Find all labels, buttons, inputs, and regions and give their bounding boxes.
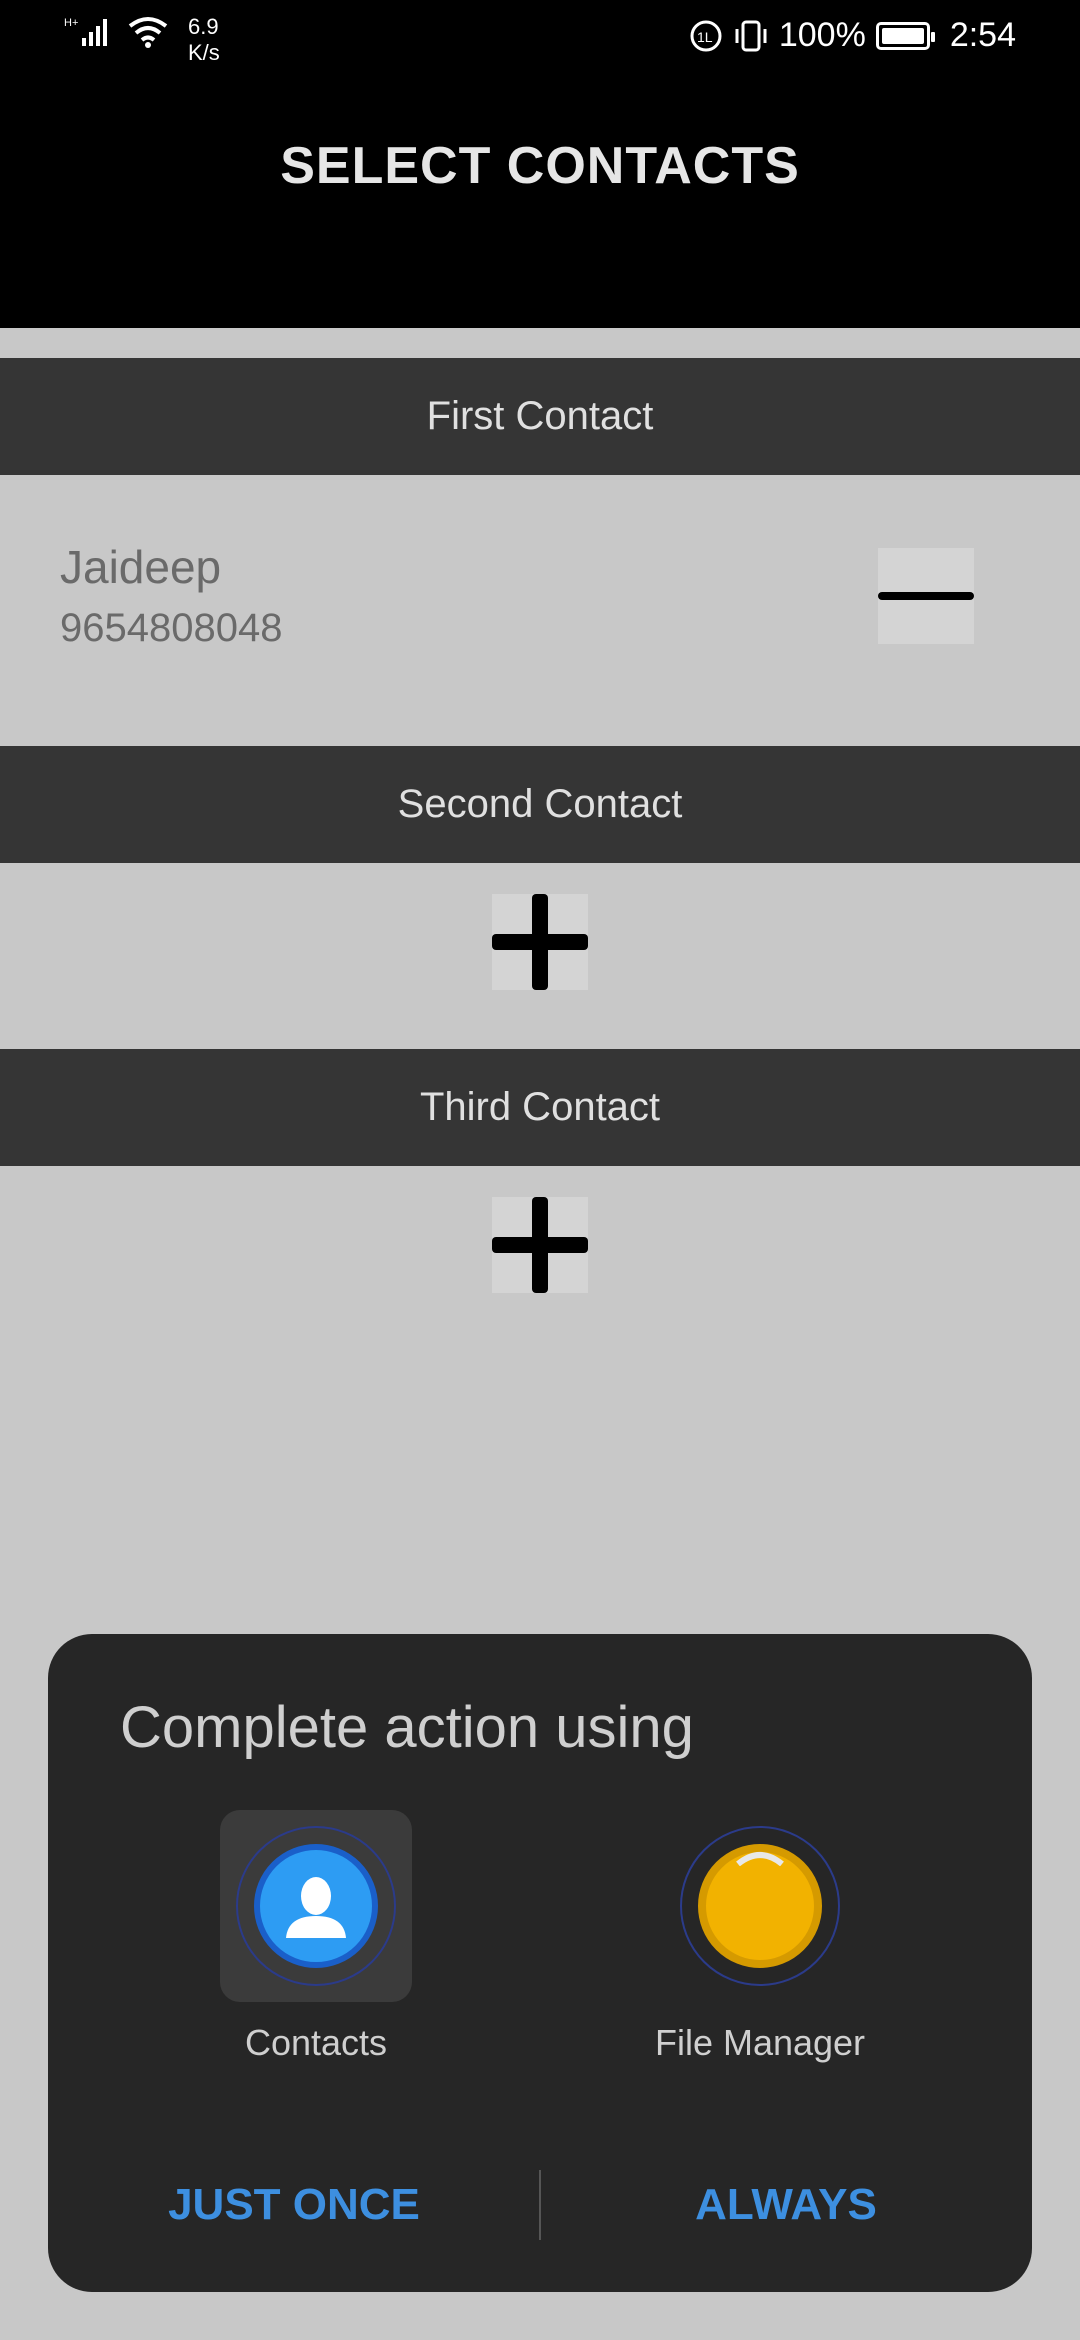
screen: H+ 6.9 K/s 1L 100% 2:54 SELECT CONTACTS … <box>0 0 1080 2340</box>
always-button[interactable]: ALWAYS <box>540 2170 1032 2240</box>
contacts-app-option[interactable]: Contacts <box>166 1810 466 2064</box>
svg-text:1L: 1L <box>697 29 713 45</box>
plus-icon <box>492 1197 588 1293</box>
just-once-button[interactable]: JUST ONCE <box>48 2170 540 2240</box>
speed-unit: K/s <box>188 40 220 65</box>
file-manager-app-label: File Manager <box>654 2022 866 2063</box>
speed-value: 6.9 <box>188 14 219 39</box>
plus-icon <box>492 894 588 990</box>
remove-first-contact-button[interactable] <box>878 548 974 644</box>
contacts-app-tile[interactable] <box>220 1810 412 2002</box>
network-speed: 6.9 K/s <box>188 14 220 66</box>
minus-icon <box>878 592 974 600</box>
contacts-app-label: Contacts <box>244 2022 388 2063</box>
vibrate-icon <box>735 20 767 51</box>
add-third-contact-button[interactable] <box>492 1197 588 1293</box>
app-chooser-dialog: Complete action using Contacts File Mana… <box>48 1634 1032 2292</box>
third-contact-header: Third Contact <box>0 1049 1080 1166</box>
file-manager-app-option[interactable]: File Manager <box>610 1810 910 2064</box>
person-icon <box>286 1877 346 1938</box>
contact-phone: 9654808048 <box>60 606 283 650</box>
wifi-icon <box>128 17 168 48</box>
add-second-contact-button[interactable] <box>492 894 588 990</box>
status-left: H+ 6.9 K/s <box>64 14 220 66</box>
battery-percent: 100% <box>778 16 866 54</box>
dialog-actions: JUST ONCE ALWAYS <box>48 2170 1032 2240</box>
clock: 2:54 <box>949 16 1016 54</box>
status-bar: H+ 6.9 K/s 1L 100% 2:54 <box>0 0 1080 76</box>
first-contact-header: First Contact <box>0 358 1080 475</box>
battery-icon <box>875 21 935 50</box>
file-manager-app-icon <box>698 1844 822 1968</box>
second-contact-header: Second Contact <box>0 746 1080 863</box>
page-title: SELECT CONTACTS <box>280 137 800 195</box>
app-bar: SELECT CONTACTS <box>0 76 1080 328</box>
contacts-app-icon <box>254 1844 378 1968</box>
signal-icon: H+ <box>64 17 107 46</box>
data-saver-icon: 1L <box>690 20 722 51</box>
folder-tab-icon <box>736 1852 784 1866</box>
contact-name: Jaideep <box>60 541 222 593</box>
status-right: 1L 100% 2:54 <box>689 16 1016 55</box>
network-type-label: H+ <box>64 17 78 29</box>
file-manager-app-tile[interactable] <box>664 1810 856 2002</box>
dialog-title: Complete action using <box>120 1695 694 1760</box>
